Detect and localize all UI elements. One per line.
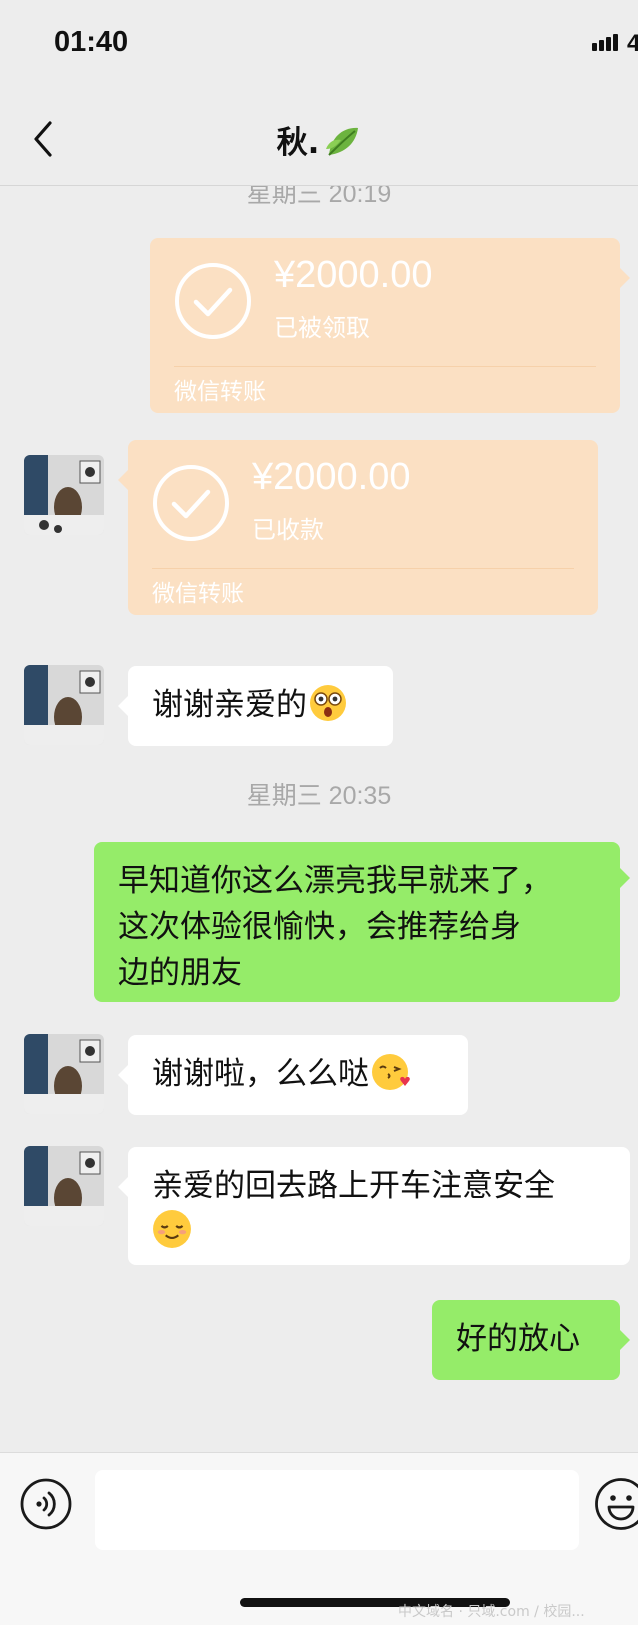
voice-icon — [20, 1478, 72, 1530]
avatar-image — [24, 455, 104, 535]
avatar[interactable] — [24, 1146, 104, 1226]
relieved-face-emoji-icon — [152, 1209, 192, 1249]
message-text-line: 这次体验很愉快，会推荐给身 — [118, 904, 596, 950]
avatar-image — [24, 1146, 104, 1226]
kissing-face-emoji-icon — [371, 1053, 411, 1091]
avatar[interactable] — [24, 1034, 104, 1114]
avatar-image — [24, 665, 104, 745]
watermark: 中文域名 · 只域.com / 校园... — [398, 1601, 585, 1621]
check-circle-icon — [174, 262, 252, 340]
bubble-tail — [118, 470, 128, 490]
chat-title: 秋. — [0, 117, 638, 162]
transfer-amount: ¥2000.00 — [274, 254, 433, 297]
message-text-line: 亲爱的回去路上开车注意安全 — [152, 1163, 606, 1209]
avatar-image — [24, 1034, 104, 1114]
transfer-label: 微信转账 — [152, 574, 244, 608]
check-circle-icon — [152, 464, 230, 542]
nav-bar: 秋. — [0, 95, 638, 186]
status-time: 01:40 — [54, 26, 128, 59]
message-bubble[interactable]: 谢谢啦，么么哒 — [128, 1035, 468, 1115]
transfer-status: 已收款 — [252, 510, 324, 545]
voice-button[interactable] — [20, 1478, 72, 1530]
contact-name: 秋. — [277, 125, 320, 161]
divider — [152, 568, 574, 569]
message-text-line: 早知道你这么漂亮我早就来了， — [118, 858, 596, 904]
emoji-button[interactable] — [594, 1477, 638, 1531]
message-text: 谢谢啦，么么哒 — [152, 1056, 369, 1092]
bubble-tail — [620, 1330, 630, 1350]
leaf-icon — [323, 123, 361, 159]
bubble-tail — [118, 1065, 128, 1085]
divider — [174, 366, 596, 367]
message-text: 好的放心 — [456, 1321, 580, 1357]
transfer-amount: ¥2000.00 — [252, 456, 411, 499]
timestamp: 星期三 20:19 — [0, 186, 638, 210]
battery-level: 4 — [627, 30, 638, 58]
bubble-tail — [620, 268, 630, 288]
message-text: 谢谢亲爱的 — [152, 687, 307, 723]
transfer-card-sent[interactable]: ¥2000.00 已被领取 微信转账 — [150, 238, 620, 413]
message-bubble[interactable]: 早知道你这么漂亮我早就来了， 这次体验很愉快，会推荐给身 边的朋友 — [94, 842, 620, 1002]
transfer-label: 微信转账 — [174, 372, 266, 406]
chat-area[interactable]: 星期三 20:19 ¥2000.00 已被领取 微信转账 ¥2000.00 已收 — [0, 186, 638, 1450]
avatar[interactable] — [24, 665, 104, 745]
status-bar: 01:40 4 — [0, 0, 638, 95]
bubble-tail — [118, 1177, 128, 1197]
signal-icon — [592, 34, 618, 51]
avatar[interactable] — [24, 455, 104, 535]
message-text-line: 边的朋友 — [118, 950, 596, 996]
message-bubble[interactable]: 好的放心 — [432, 1300, 620, 1380]
message-bubble[interactable]: 亲爱的回去路上开车注意安全 — [128, 1147, 630, 1265]
timestamp: 星期三 20:35 — [0, 776, 638, 812]
message-input[interactable] — [95, 1470, 579, 1550]
transfer-card-received[interactable]: ¥2000.00 已收款 微信转账 — [128, 440, 598, 615]
bubble-tail — [118, 696, 128, 716]
smiley-icon — [594, 1477, 638, 1531]
transfer-status: 已被领取 — [274, 308, 370, 343]
dazzled-face-emoji-icon — [309, 684, 347, 722]
bubble-tail — [620, 868, 630, 888]
message-bubble[interactable]: 谢谢亲爱的 — [128, 666, 393, 746]
